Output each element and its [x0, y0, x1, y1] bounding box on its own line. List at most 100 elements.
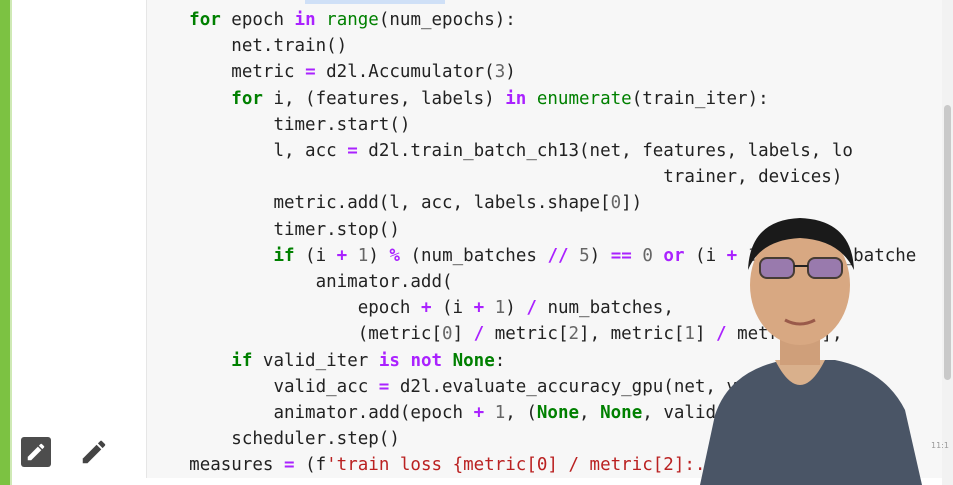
- code-token: i, (features, labels): [262, 88, 506, 109]
- code-token: =: [283, 455, 295, 476]
- code-token: (num_epochs):: [378, 10, 516, 30]
- code-token: enumerate: [536, 88, 632, 109]
- code-token: if: [231, 350, 253, 371]
- code-token: (metric[: [357, 324, 443, 345]
- code-token: 0: [442, 324, 453, 345]
- code-token: +: [336, 245, 348, 266]
- code-token: ): [589, 245, 611, 266]
- code-token: (f: [294, 455, 327, 476]
- code-token: range: [326, 10, 379, 30]
- code-token: =: [378, 376, 390, 397]
- pencil-icon: [27, 443, 45, 461]
- code-token: None: [452, 350, 495, 371]
- code-token: animator.add(: [315, 272, 453, 292]
- code-token: (num_batches: [399, 245, 548, 266]
- scrollbar[interactable]: [942, 0, 953, 485]
- code-token: (train_iter):: [631, 88, 769, 109]
- code-token: scheduler.step(): [231, 429, 400, 450]
- code-token: metric[: [484, 324, 569, 345]
- code-token: epoch: [220, 10, 295, 30]
- code-line: timer.stop(): [147, 217, 400, 243]
- code-token: /: [526, 298, 537, 319]
- code-token: l, acc: [273, 141, 348, 161]
- code-token: +: [473, 403, 485, 423]
- code-token: d2l.train_batch_ch13(net, features, labe…: [357, 141, 853, 161]
- code-token: trainer, devices): [663, 167, 843, 188]
- code-token: ==: [610, 245, 632, 266]
- code-token: not: [410, 350, 443, 371]
- code-token: epoch: [357, 298, 421, 319]
- code-token: 0: [610, 193, 622, 214]
- code-token: +: [420, 298, 432, 319]
- presenter-video-overlay: [700, 218, 922, 485]
- code-token: 0: [642, 245, 653, 266]
- code-token: for: [231, 88, 263, 109]
- selection-highlight: [305, 0, 445, 4]
- code-line: metric = d2l.Accumulator(3): [147, 59, 516, 85]
- code-token: timer.start(): [273, 114, 411, 135]
- code-line: for epoch in range(num_epochs):: [147, 7, 516, 33]
- code-token: None: [600, 403, 643, 423]
- code-token: ,: [579, 403, 601, 423]
- pencil-icon: [82, 440, 106, 464]
- code-token: 1: [494, 298, 506, 319]
- code-token: :: [494, 350, 506, 371]
- code-token: in: [294, 10, 316, 30]
- code-token: ): [505, 298, 527, 319]
- code-token: in: [505, 88, 527, 109]
- code-token: if: [273, 245, 295, 266]
- code-token: timer.stop(): [273, 219, 400, 240]
- code-token: 2: [568, 324, 580, 345]
- code-line: for i, (features, labels) in enumerate(t…: [147, 86, 769, 112]
- code-token: ]: [452, 324, 474, 345]
- code-token: is: [378, 350, 400, 371]
- code-token: num_batches,: [536, 298, 674, 319]
- code-token: =: [305, 62, 316, 83]
- code-token: 1: [494, 403, 506, 423]
- code-token: , (: [505, 403, 537, 423]
- code-line: net.train(): [147, 33, 347, 59]
- code-token: %: [389, 245, 400, 266]
- code-line: timer.start(): [147, 112, 410, 138]
- edit-mode-button[interactable]: [79, 437, 109, 467]
- code-token: ]): [621, 193, 643, 214]
- code-token: net.train(): [231, 36, 348, 57]
- code-token: 1: [357, 245, 369, 266]
- cell-gutter: [12, 0, 146, 485]
- code-line: epoch + (i + 1) / num_batches,: [147, 295, 674, 321]
- edit-cell-button[interactable]: [21, 437, 51, 467]
- code-line: scheduler.step(): [147, 426, 400, 452]
- code-token: metric.add(l, acc, labels.shape[: [273, 193, 611, 214]
- code-token: metric: [231, 62, 306, 83]
- code-token: (i: [294, 245, 337, 266]
- code-token: animator.add(epoch: [273, 403, 474, 423]
- code-line: if valid_iter is not None:: [147, 348, 505, 374]
- scrollbar-thumb[interactable]: [944, 105, 951, 380]
- code-token: 3: [494, 62, 506, 83]
- code-token: ): [505, 62, 516, 83]
- code-token: valid_acc: [273, 376, 379, 397]
- code-token: //: [547, 245, 569, 266]
